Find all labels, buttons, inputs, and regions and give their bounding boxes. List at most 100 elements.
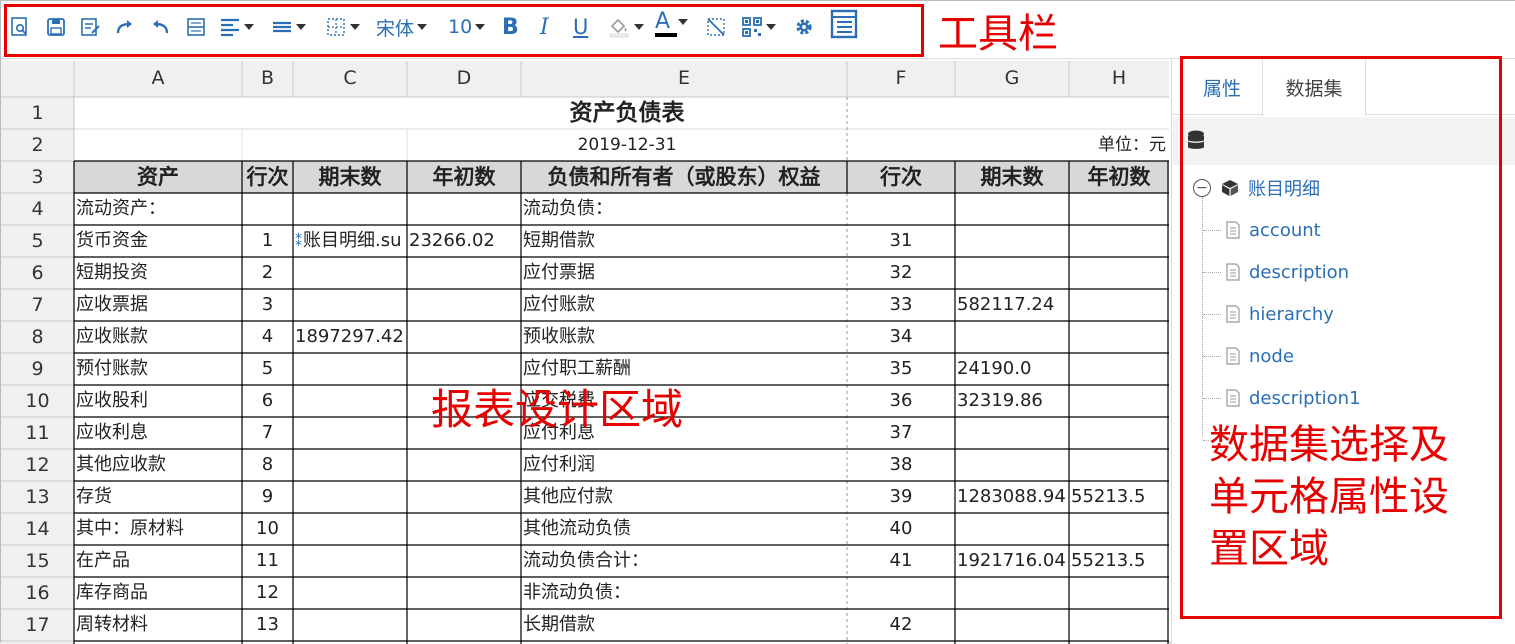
report-design-area[interactable]: ABCDEFGH123456789101112131415161718资产负债表… — [1, 61, 1169, 644]
sheet-list-icon[interactable] — [830, 9, 858, 39]
row-header[interactable]: 16 — [1, 578, 74, 608]
table-cell[interactable]: 8 — [242, 450, 293, 480]
column-header[interactable]: H — [1069, 63, 1169, 93]
column-header[interactable]: G — [955, 63, 1069, 93]
tree-field-item[interactable]: account — [1225, 217, 1321, 243]
table-cell[interactable]: 非流动负债： — [521, 578, 847, 608]
table-cell[interactable]: ⁑账目明细.su — [293, 226, 407, 257]
row-header[interactable]: 15 — [1, 546, 74, 576]
report-title[interactable]: 资产负债表 — [407, 97, 847, 129]
table-cell[interactable]: 4 — [242, 322, 293, 352]
table-header-cell[interactable]: 行次 — [242, 161, 293, 193]
table-cell[interactable]: 36 — [847, 386, 955, 416]
table-cell[interactable]: 1283088.94 — [955, 482, 1069, 512]
table-cell[interactable]: 13 — [242, 610, 293, 640]
row-header[interactable]: 7 — [1, 290, 74, 320]
table-cell[interactable]: 应付票据 — [521, 258, 847, 288]
table-cell[interactable]: 32 — [847, 258, 955, 288]
gear-icon[interactable] — [793, 13, 815, 41]
table-cell[interactable]: 货币资金 — [74, 226, 242, 256]
tree-field-item[interactable]: description — [1225, 259, 1349, 285]
table-cell[interactable]: 32319.86 — [955, 386, 1069, 416]
table-cell[interactable]: 其他应收款 — [74, 450, 242, 480]
table-cell[interactable]: 24190.0 — [955, 354, 1069, 384]
table-cell[interactable]: 流动负债合计： — [521, 546, 847, 576]
italic-button[interactable]: I — [540, 13, 549, 41]
table-header-cell[interactable]: 资产 — [74, 161, 242, 193]
table-cell[interactable]: 库存商品 — [74, 578, 242, 608]
row-header[interactable]: 3 — [1, 162, 74, 192]
table-cell[interactable]: 33 — [847, 290, 955, 320]
tree-field-item[interactable]: hierarchy — [1225, 301, 1334, 327]
table-cell[interactable]: 34 — [847, 322, 955, 352]
table-cell[interactable]: 应付账款 — [521, 290, 847, 320]
table-cell[interactable]: 55213.5 — [1069, 482, 1169, 512]
table-cell[interactable]: 39 — [847, 482, 955, 512]
report-unit[interactable]: 单位：元 — [955, 129, 1168, 161]
table-cell[interactable]: 预收账款 — [521, 322, 847, 352]
redo-icon[interactable] — [114, 13, 136, 41]
clear-format-icon[interactable] — [705, 13, 727, 41]
table-cell[interactable]: 37 — [847, 418, 955, 448]
preview-icon[interactable] — [9, 13, 31, 41]
row-header[interactable]: 6 — [1, 258, 74, 288]
table-cell[interactable]: 在产品 — [74, 546, 242, 576]
table-header-cell[interactable]: 年初数 — [407, 161, 521, 193]
bold-button[interactable]: B — [502, 13, 519, 41]
table-cell[interactable]: 40 — [847, 514, 955, 544]
font-color-dropdown[interactable]: A — [655, 9, 689, 45]
tree-field-item[interactable]: description1 — [1225, 385, 1361, 411]
table-cell[interactable]: 9 — [242, 482, 293, 512]
merge-cells-icon[interactable] — [185, 13, 207, 41]
table-cell[interactable]: 应付利润 — [521, 450, 847, 480]
row-header[interactable]: 5 — [1, 226, 74, 256]
table-cell[interactable]: 2 — [242, 258, 293, 288]
underline-button[interactable]: U — [573, 13, 588, 41]
table-cell[interactable]: 预付账款 — [74, 354, 242, 384]
border-dropdown[interactable] — [325, 13, 360, 41]
undo-icon[interactable] — [149, 13, 171, 41]
tab-properties[interactable]: 属性 — [1182, 59, 1262, 115]
table-header-cell[interactable]: 期末数 — [955, 161, 1069, 193]
table-cell[interactable]: 周转材料 — [74, 610, 242, 640]
row-header[interactable]: 2 — [1, 130, 74, 160]
column-header[interactable]: B — [242, 63, 293, 93]
row-header[interactable]: 10 — [1, 386, 74, 416]
table-cell[interactable]: 应收票据 — [74, 290, 242, 320]
save-icon[interactable] — [45, 13, 67, 41]
row-header[interactable]: 1 — [1, 98, 74, 128]
column-header[interactable]: F — [847, 63, 955, 93]
table-cell[interactable]: 其中：原材料 — [74, 514, 242, 544]
table-cell[interactable]: 6 — [242, 386, 293, 416]
tab-dataset[interactable]: 数据集 — [1262, 59, 1366, 116]
row-header[interactable]: 8 — [1, 322, 74, 352]
valign-dropdown[interactable] — [271, 13, 306, 41]
table-cell[interactable]: 应收利息 — [74, 418, 242, 448]
collapse-icon[interactable]: − — [1193, 179, 1211, 197]
table-cell[interactable]: 10 — [242, 514, 293, 544]
tree-root-dataset[interactable]: − 账目明细 — [1193, 175, 1320, 201]
table-cell[interactable]: 35 — [847, 354, 955, 384]
table-cell[interactable]: 55213.5 — [1069, 546, 1169, 576]
table-cell[interactable]: 582117.24 — [955, 290, 1069, 320]
table-cell[interactable]: 31 — [847, 226, 955, 256]
table-header-cell[interactable]: 年初数 — [1069, 161, 1169, 193]
table-cell[interactable]: 38 — [847, 450, 955, 480]
column-header[interactable]: E — [521, 63, 847, 93]
table-cell[interactable]: 流动资产： — [74, 194, 242, 224]
column-header[interactable]: C — [293, 63, 407, 93]
row-header[interactable]: 11 — [1, 418, 74, 448]
table-cell[interactable]: 12 — [242, 578, 293, 608]
table-cell[interactable]: 流动负债： — [521, 194, 847, 224]
column-header[interactable]: D — [407, 63, 521, 93]
font-family-select[interactable]: 宋体 — [376, 13, 428, 41]
save-as-icon[interactable] — [79, 13, 101, 41]
table-cell[interactable]: 42 — [847, 610, 955, 640]
table-cell[interactable]: 短期借款 — [521, 226, 847, 256]
row-header[interactable]: 13 — [1, 482, 74, 512]
table-cell[interactable]: 11 — [242, 546, 293, 576]
table-cell[interactable]: 其他流动负债 — [521, 514, 847, 544]
row-header[interactable]: 14 — [1, 514, 74, 544]
table-cell[interactable]: 5 — [242, 354, 293, 384]
table-cell[interactable]: 应收股利 — [74, 386, 242, 416]
